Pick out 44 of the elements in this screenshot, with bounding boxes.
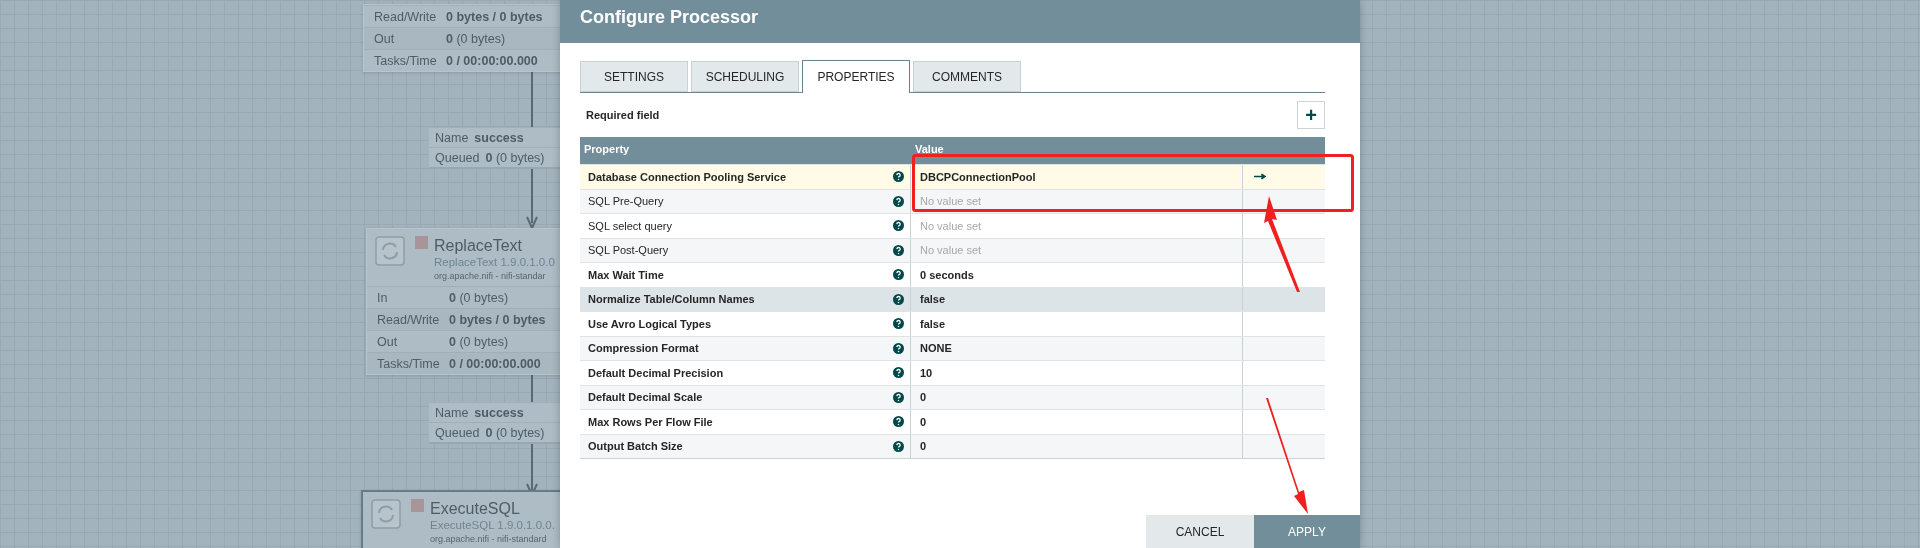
queued-label: Queued [435,425,480,440]
property-name: Max Rows Per Flow File [588,415,713,428]
column-header: Property [583,142,631,157]
stat-label: In [377,290,389,305]
stat-value: 0 (0 bytes) [449,290,509,305]
property-name: Default Decimal Scale [588,391,703,404]
processor-version: ReplaceText 1.9.0.1.0.0 [434,255,555,270]
processor-name: ExecuteSQL [430,499,521,518]
property-name: SQL Pre-Query [588,195,664,208]
stat-label: Tasks/Time [374,53,438,68]
property-name: Use Avro Logical Types [588,317,712,330]
stat-value: 0 bytes / 0 bytes [446,9,543,24]
queued-value: 0 (0 bytes) [485,425,545,440]
property-name: Database Connection Pooling Service [588,170,787,183]
stat-value: 0 (0 bytes) [449,334,509,349]
property-name: Max Wait Time [588,268,664,281]
processor-name: ReplaceText [434,236,524,255]
property-name: SQL Post-Query [588,244,669,257]
dialog-title: Configure Processor [560,0,1360,43]
queued-label: Queued [435,150,480,165]
connection-name: success [474,130,524,145]
connection-name-label: Name [435,130,469,145]
stat-label: Read/Write [374,9,438,24]
property-name: Output Batch Size [588,440,683,453]
stat-label: Out [374,31,396,46]
property-name: Compression Format [588,342,699,355]
processor-version: ExecuteSQL 1.9.0.1.0.0. [430,518,555,533]
processor-bundle: org.apache.nifi - nifi-standard [430,533,548,545]
stat-value: 0 / 00:00:00.000 [449,356,541,371]
column-header: Value [914,142,945,157]
required-field-note: Required field [585,109,660,121]
queued-value: 0 (0 bytes) [485,150,545,165]
stat-label: Out [377,334,399,349]
stat-value: 0 bytes / 0 bytes [449,312,546,327]
property-name: SQL select query [588,219,672,232]
stat-label: Tasks/Time [377,356,441,371]
stat-value: 0 / 00:00:00.000 [446,53,538,68]
stat-value: 0 (0 bytes) [446,31,506,46]
property-name: Default Decimal Precision [588,366,724,379]
stat-label: Read/Write [377,312,441,327]
connection-name: success [474,405,524,420]
property-name: Normalize Table/Column Names [588,293,755,306]
connection-name-label: Name [435,405,469,420]
processor-bundle: org.apache.nifi - nifi-standar [434,270,547,282]
